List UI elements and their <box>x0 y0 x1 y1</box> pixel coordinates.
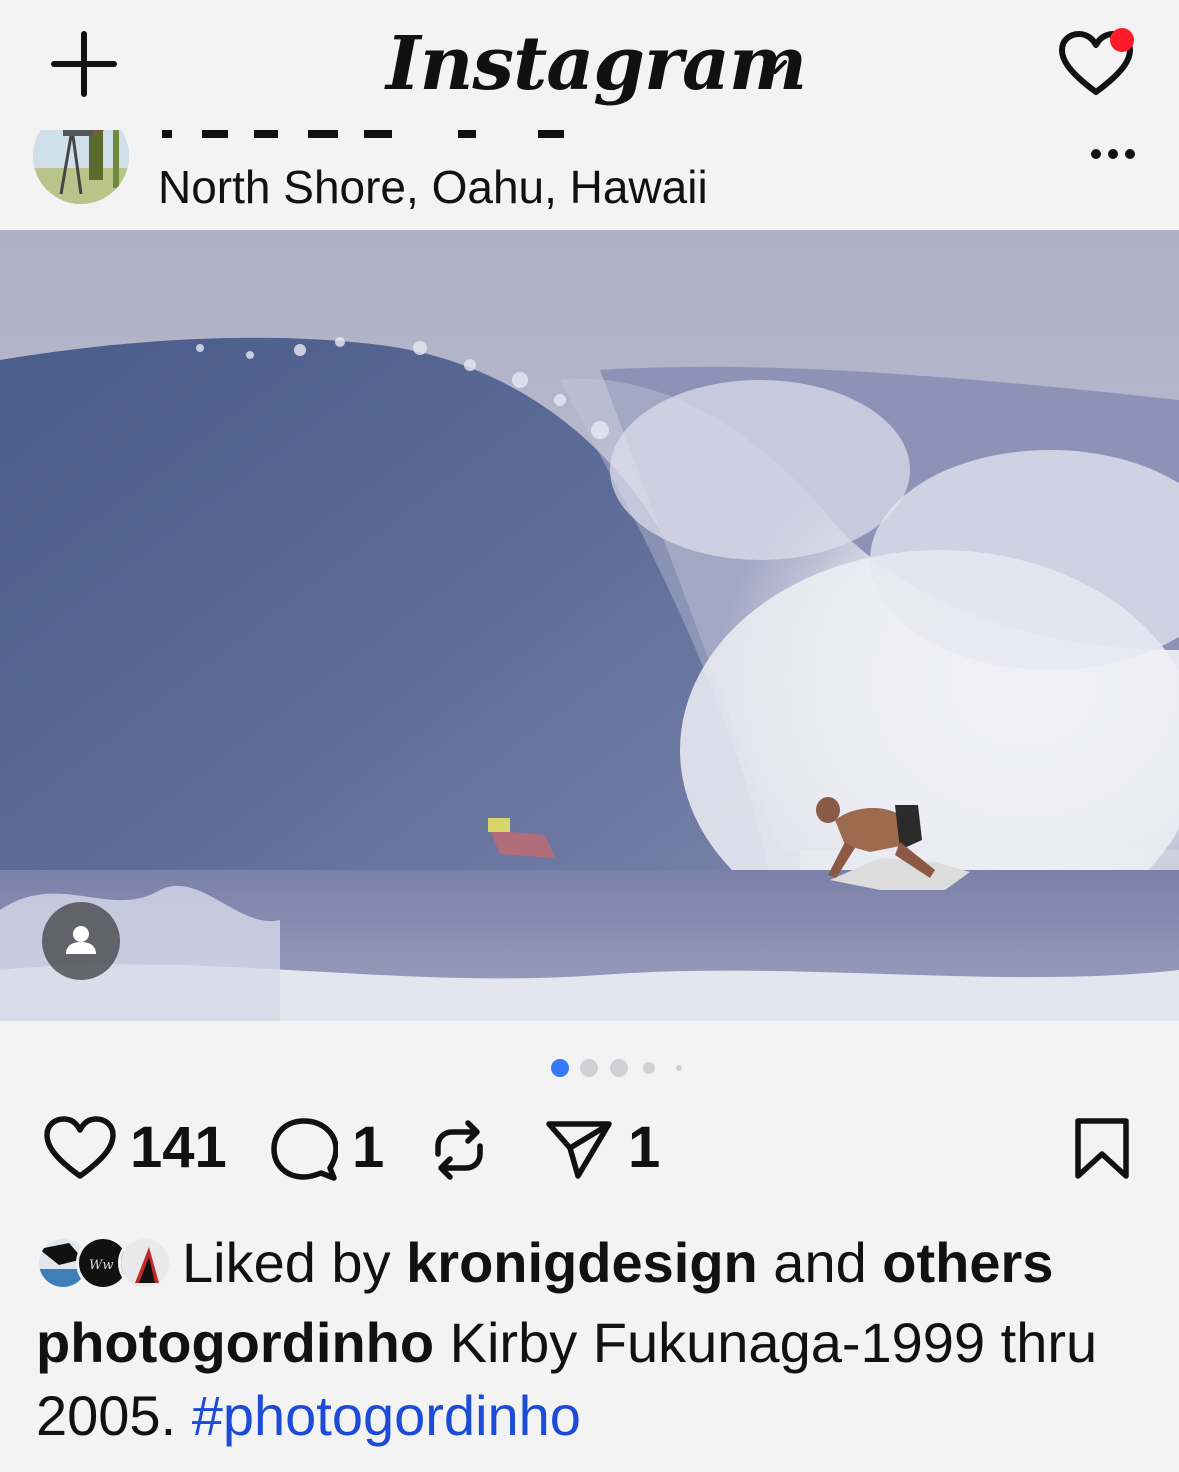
liked-by-text: Liked by kronigdesign and others <box>182 1228 1053 1298</box>
caption-hashtag[interactable]: #photogordinho <box>192 1384 581 1447</box>
instagram-app: Instagram North Shore, Oahu, Hawaii 141 … <box>0 0 1179 1472</box>
chevron-down-icon[interactable] <box>758 52 792 82</box>
like-count[interactable]: 141 <box>130 1116 227 1180</box>
like-heart-icon[interactable] <box>42 1114 118 1182</box>
person-icon <box>66 926 96 954</box>
plus-icon[interactable] <box>50 30 118 98</box>
liked-by-row[interactable]: Ww Liked by kronigdesign and others <box>36 1228 1156 1298</box>
carousel-indicator <box>0 1054 1179 1080</box>
instagram-logo[interactable]: Instagram <box>386 14 807 114</box>
liked-by-middle: and <box>757 1231 883 1294</box>
comment-icon[interactable] <box>270 1116 339 1182</box>
post-photo[interactable] <box>0 230 1179 1021</box>
share-count[interactable]: 1 <box>628 1116 660 1180</box>
carousel-dot-active <box>551 1059 569 1077</box>
liker-avatar <box>118 1236 172 1290</box>
repost-icon[interactable] <box>428 1118 490 1182</box>
share-send-icon[interactable] <box>544 1116 614 1182</box>
carousel-dot <box>580 1059 598 1077</box>
post-location[interactable]: North Shore, Oahu, Hawaii <box>158 160 708 214</box>
carousel-dot <box>643 1062 655 1074</box>
carousel-dot <box>610 1059 628 1077</box>
comment-count[interactable]: 1 <box>352 1116 384 1180</box>
carousel-dot <box>676 1065 682 1071</box>
caption-username[interactable]: photogordinho <box>36 1311 434 1374</box>
post-caption: photogordinho Kirby Fukunaga-1999 thru 2… <box>36 1306 1146 1452</box>
post-header: North Shore, Oahu, Hawaii <box>0 108 1179 230</box>
bookmark-icon[interactable] <box>1072 1116 1132 1182</box>
more-options-icon[interactable] <box>1082 136 1144 166</box>
top-navigation-bar: Instagram <box>0 0 1179 130</box>
svg-text:Ww: Ww <box>89 1258 114 1273</box>
post-action-bar: 141 1 1 <box>0 1100 1179 1200</box>
notification-dot <box>1110 28 1134 52</box>
liked-by-username[interactable]: kronigdesign <box>406 1231 758 1294</box>
liked-by-prefix: Liked by <box>182 1231 407 1294</box>
liked-by-others[interactable]: others <box>882 1231 1053 1294</box>
user-tags-button[interactable] <box>42 902 120 980</box>
